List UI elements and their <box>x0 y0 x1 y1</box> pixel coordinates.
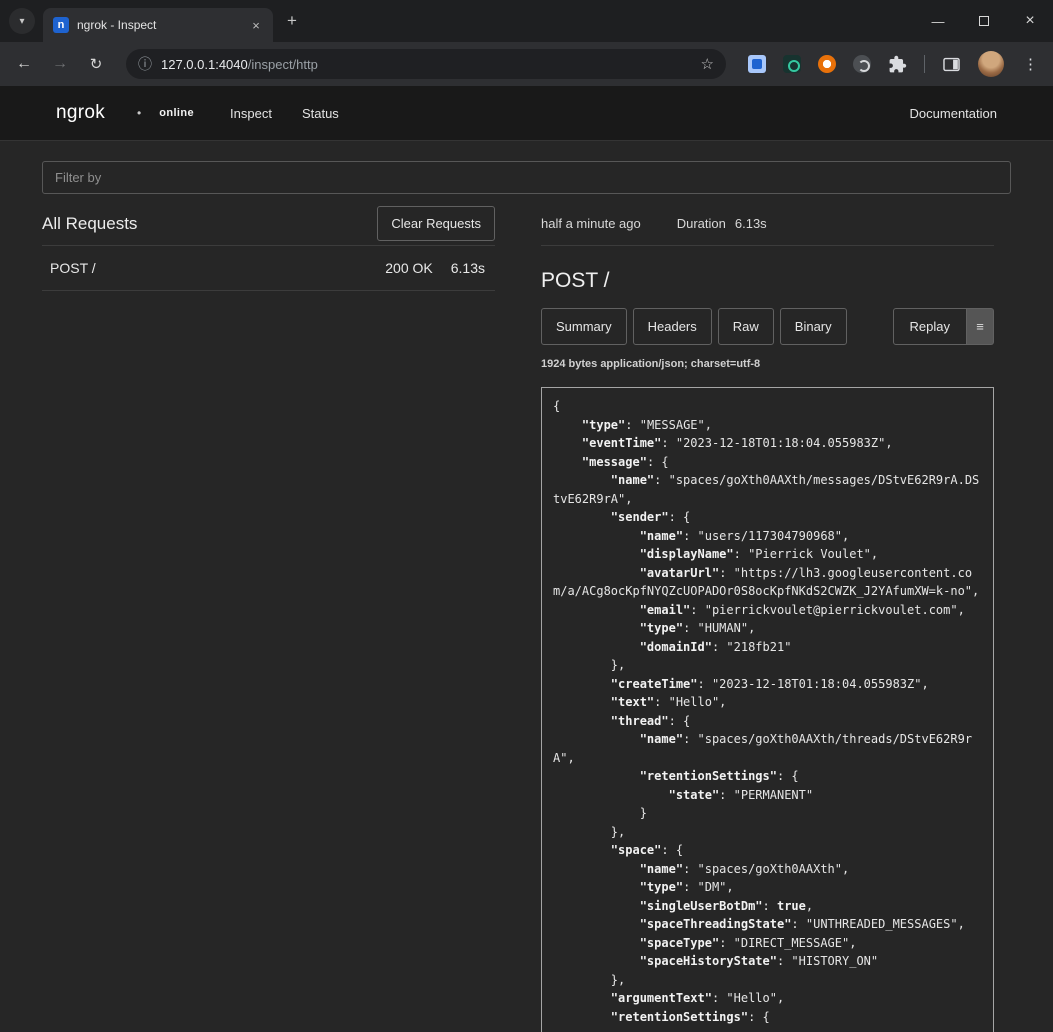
url-path: /inspect/http <box>248 57 318 72</box>
plus-icon: + <box>287 11 297 31</box>
browser-tab[interactable]: n ngrok - Inspect × <box>43 8 273 42</box>
replay-menu-button[interactable]: ≡ <box>967 308 994 345</box>
menu-icon: ≡ <box>976 319 984 334</box>
request-duration: 6.13s <box>451 260 485 276</box>
ngrok-favicon-icon: n <box>53 17 69 33</box>
extensions-puzzle-icon[interactable] <box>888 55 907 74</box>
minimize-icon: — <box>932 14 945 29</box>
app-header: ngrok • online Inspect Status Documentat… <box>0 86 1053 141</box>
tab-raw[interactable]: Raw <box>718 308 774 345</box>
close-window-button[interactable]: × <box>1007 0 1053 42</box>
side-panel-icon[interactable] <box>942 55 961 74</box>
extension-icon-4[interactable] <box>853 55 871 73</box>
maximize-icon <box>979 16 989 26</box>
back-icon: ← <box>16 55 32 73</box>
toolbar-separator <box>924 55 925 73</box>
requests-panel: All Requests Clear Requests POST / 200 O… <box>42 202 495 1032</box>
browser-tab-strip: ▾ n ngrok - Inspect × + — × <box>0 0 1053 42</box>
ngrok-brand[interactable]: ngrok <box>56 102 105 124</box>
browser-toolbar: ← → ↻ ⓘ 127.0.0.1:4040/inspect/http ☆ ⋮ <box>0 42 1053 86</box>
tab-close-icon[interactable]: × <box>247 16 265 34</box>
nav-documentation[interactable]: Documentation <box>910 106 997 121</box>
detail-title: POST / <box>541 269 994 293</box>
close-icon: × <box>1025 12 1034 30</box>
reload-icon: ↻ <box>90 55 103 73</box>
nav-status[interactable]: Status <box>302 106 339 121</box>
filter-input[interactable] <box>42 161 1011 194</box>
minimize-button[interactable]: — <box>915 0 961 42</box>
nav-inspect[interactable]: Inspect <box>230 106 272 121</box>
status-dot-icon: • <box>137 106 141 120</box>
duration-value: 6.13s <box>735 216 767 231</box>
body-meta: 1924 bytes application/json; charset=utf… <box>541 358 994 370</box>
extension-icon-1[interactable] <box>748 55 766 73</box>
response-body-box: { "type": "MESSAGE", "eventTime": "2023-… <box>541 387 994 1032</box>
status-online-label: online <box>159 107 194 119</box>
json-body: { "type": "MESSAGE", "eventTime": "2023-… <box>553 397 982 1026</box>
request-detail-panel: half a minute ago Duration 6.13s POST / … <box>541 202 994 1032</box>
forward-button[interactable]: → <box>44 48 76 80</box>
window-controls: — × <box>915 0 1053 42</box>
back-button[interactable]: ← <box>8 48 40 80</box>
tab-headers[interactable]: Headers <box>633 308 712 345</box>
main-content: All Requests Clear Requests POST / 200 O… <box>0 141 1053 1032</box>
address-bar[interactable]: ⓘ 127.0.0.1:4040/inspect/http ☆ <box>126 49 726 79</box>
bookmark-star-icon[interactable]: ☆ <box>701 55 714 73</box>
extension-icon-2[interactable] <box>783 55 801 73</box>
clear-requests-button[interactable]: Clear Requests <box>377 206 495 241</box>
extensions-area: ⋮ <box>748 51 1040 77</box>
detail-tabs: Summary Headers Raw Binary Replay ≡ <box>541 308 994 345</box>
site-info-icon[interactable]: ⓘ <box>138 54 152 74</box>
request-status: 200 OK <box>385 260 432 276</box>
maximize-button[interactable] <box>961 0 1007 42</box>
all-requests-title: All Requests <box>42 214 137 234</box>
tab-search-button[interactable]: ▾ <box>9 8 35 34</box>
request-age: half a minute ago <box>541 216 641 231</box>
browser-menu-icon[interactable]: ⋮ <box>1021 55 1040 73</box>
replay-split-button: Replay ≡ <box>893 308 994 345</box>
extension-icon-3[interactable] <box>818 55 836 73</box>
chevron-down-icon: ▾ <box>19 16 24 27</box>
tab-binary[interactable]: Binary <box>780 308 847 345</box>
tab-title: ngrok - Inspect <box>77 18 247 32</box>
request-method-path: POST / <box>50 260 96 276</box>
profile-avatar[interactable] <box>978 51 1004 77</box>
reload-button[interactable]: ↻ <box>80 48 112 80</box>
tab-summary[interactable]: Summary <box>541 308 627 345</box>
forward-icon: → <box>52 55 68 73</box>
replay-button[interactable]: Replay <box>893 308 967 345</box>
duration-label: Duration <box>677 216 726 231</box>
request-row[interactable]: POST / 200 OK 6.13s <box>42 246 495 291</box>
url-host: 127.0.0.1:4040 <box>161 57 248 72</box>
url-text: 127.0.0.1:4040/inspect/http <box>161 57 318 72</box>
new-tab-button[interactable]: + <box>279 8 305 34</box>
